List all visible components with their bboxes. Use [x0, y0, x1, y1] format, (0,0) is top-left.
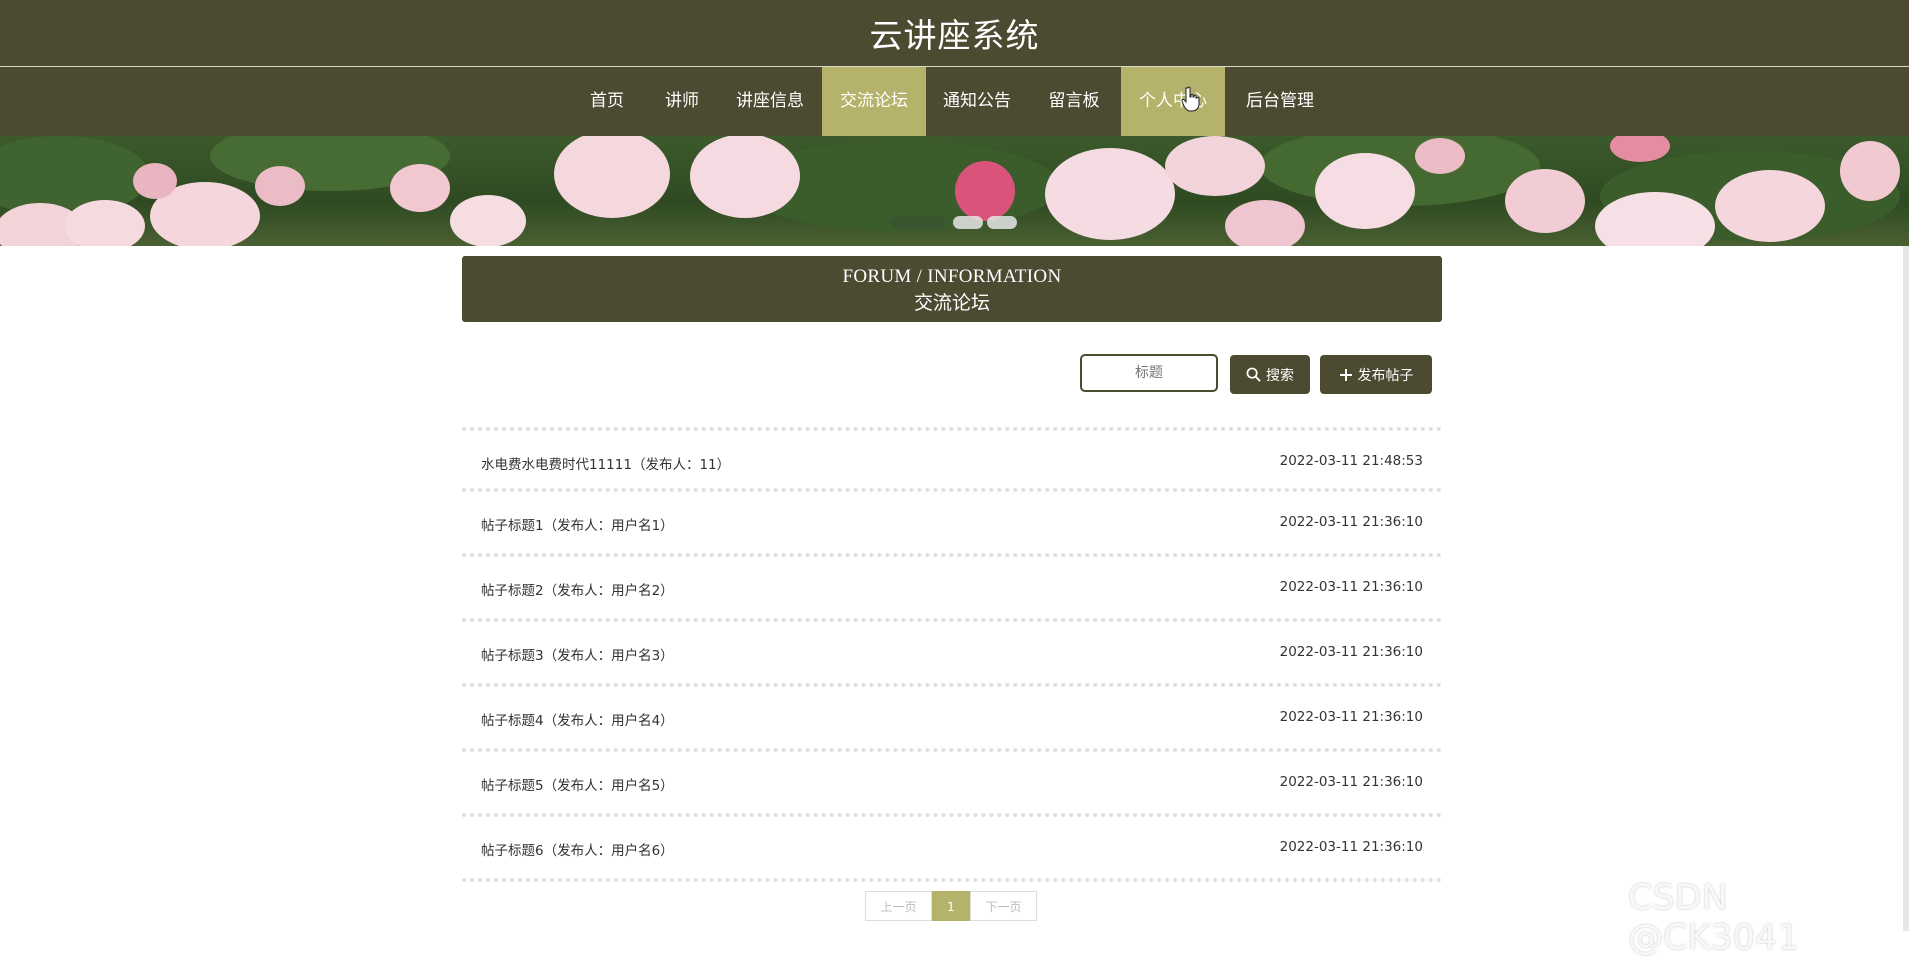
post-time: 2022-03-11 21:36:10	[1279, 514, 1423, 530]
publish-post-label: 发布帖子	[1357, 367, 1414, 384]
carousel-dot[interactable]	[890, 216, 945, 229]
nav-item-messages[interactable]: 留言板	[1032, 67, 1116, 136]
nav-item-lectures[interactable]: 讲座信息	[724, 67, 816, 136]
nav-item-forum[interactable]: 交流论坛	[822, 67, 926, 136]
post-title[interactable]: 帖子标题1（发布人：用户名1）	[481, 514, 674, 534]
post-title[interactable]: 帖子标题2（发布人：用户名2）	[481, 579, 674, 599]
hand-cursor-icon	[1181, 86, 1200, 112]
peony-banner-image	[0, 136, 1900, 246]
watermark: CSDN @CK3041	[1628, 878, 1800, 958]
post-time: 2022-03-11 21:36:10	[1279, 709, 1423, 725]
post-title[interactable]: 水电费水电费时代11111（发布人：11）	[481, 453, 730, 473]
search-icon	[1246, 367, 1261, 382]
publish-post-button[interactable]: 发布帖子	[1320, 355, 1432, 394]
post-time: 2022-03-11 21:48:53	[1279, 453, 1423, 469]
nav-item-profile[interactable]: 个人中心	[1121, 67, 1225, 136]
list-item[interactable]: 帖子标题2（发布人：用户名2） 2022-03-11 21:36:10	[462, 557, 1442, 622]
search-button-label: 搜索	[1266, 367, 1294, 384]
search-button[interactable]: 搜索	[1230, 355, 1310, 394]
site-header: 云讲座系统	[0, 0, 1909, 67]
hero-banner	[0, 136, 1909, 246]
nav-item-notices[interactable]: 通知公告	[929, 67, 1025, 136]
title-search-input[interactable]	[1080, 354, 1218, 392]
post-list: 水电费水电费时代11111（发布人：11） 2022-03-11 21:48:5…	[462, 427, 1442, 882]
nav-item-lecturer[interactable]: 讲师	[649, 67, 715, 136]
post-time: 2022-03-11 21:36:10	[1279, 774, 1423, 790]
scrollbar[interactable]	[1903, 246, 1909, 931]
carousel-dot[interactable]	[953, 216, 983, 229]
post-time: 2022-03-11 21:36:10	[1279, 839, 1423, 855]
plus-icon	[1339, 368, 1353, 382]
section-title-cn: 交流论坛	[913, 293, 990, 314]
list-item[interactable]: 帖子标题1（发布人：用户名1） 2022-03-11 21:36:10	[462, 492, 1442, 557]
post-title[interactable]: 帖子标题5（发布人：用户名5）	[481, 774, 674, 794]
site-title: 云讲座系统	[869, 16, 1040, 55]
list-item[interactable]: 帖子标题4（发布人：用户名4） 2022-03-11 21:36:10	[462, 687, 1442, 752]
carousel-dot[interactable]	[987, 216, 1017, 229]
page-1-button[interactable]: 1	[932, 891, 970, 921]
list-item[interactable]: 帖子标题6（发布人：用户名6） 2022-03-11 21:36:10	[462, 817, 1442, 882]
prev-page-button[interactable]: 上一页	[865, 891, 932, 921]
nav-item-admin[interactable]: 后台管理	[1234, 67, 1326, 136]
list-item[interactable]: 帖子标题3（发布人：用户名3） 2022-03-11 21:36:10	[462, 622, 1442, 687]
list-item[interactable]: 帖子标题5（发布人：用户名5） 2022-03-11 21:36:10	[462, 752, 1442, 817]
list-item[interactable]: 水电费水电费时代11111（发布人：11） 2022-03-11 21:48:5…	[462, 427, 1442, 492]
post-title[interactable]: 帖子标题3（发布人：用户名3）	[481, 644, 674, 664]
pagination: 上一页 1 下一页	[865, 891, 1037, 921]
next-page-button[interactable]: 下一页	[970, 891, 1037, 921]
post-title[interactable]: 帖子标题6（发布人：用户名6）	[481, 839, 674, 859]
post-time: 2022-03-11 21:36:10	[1279, 579, 1423, 595]
nav-item-home[interactable]: 首页	[574, 67, 640, 136]
post-title[interactable]: 帖子标题4（发布人：用户名4）	[481, 709, 674, 729]
section-header: FORUM / INFORMATION 交流论坛	[462, 256, 1442, 322]
main-nav: 首页 讲师 讲座信息 交流论坛 通知公告 留言板 个人中心 后台管理	[0, 67, 1909, 136]
section-title-en: FORUM / INFORMATION	[842, 266, 1062, 287]
post-time: 2022-03-11 21:36:10	[1279, 644, 1423, 660]
